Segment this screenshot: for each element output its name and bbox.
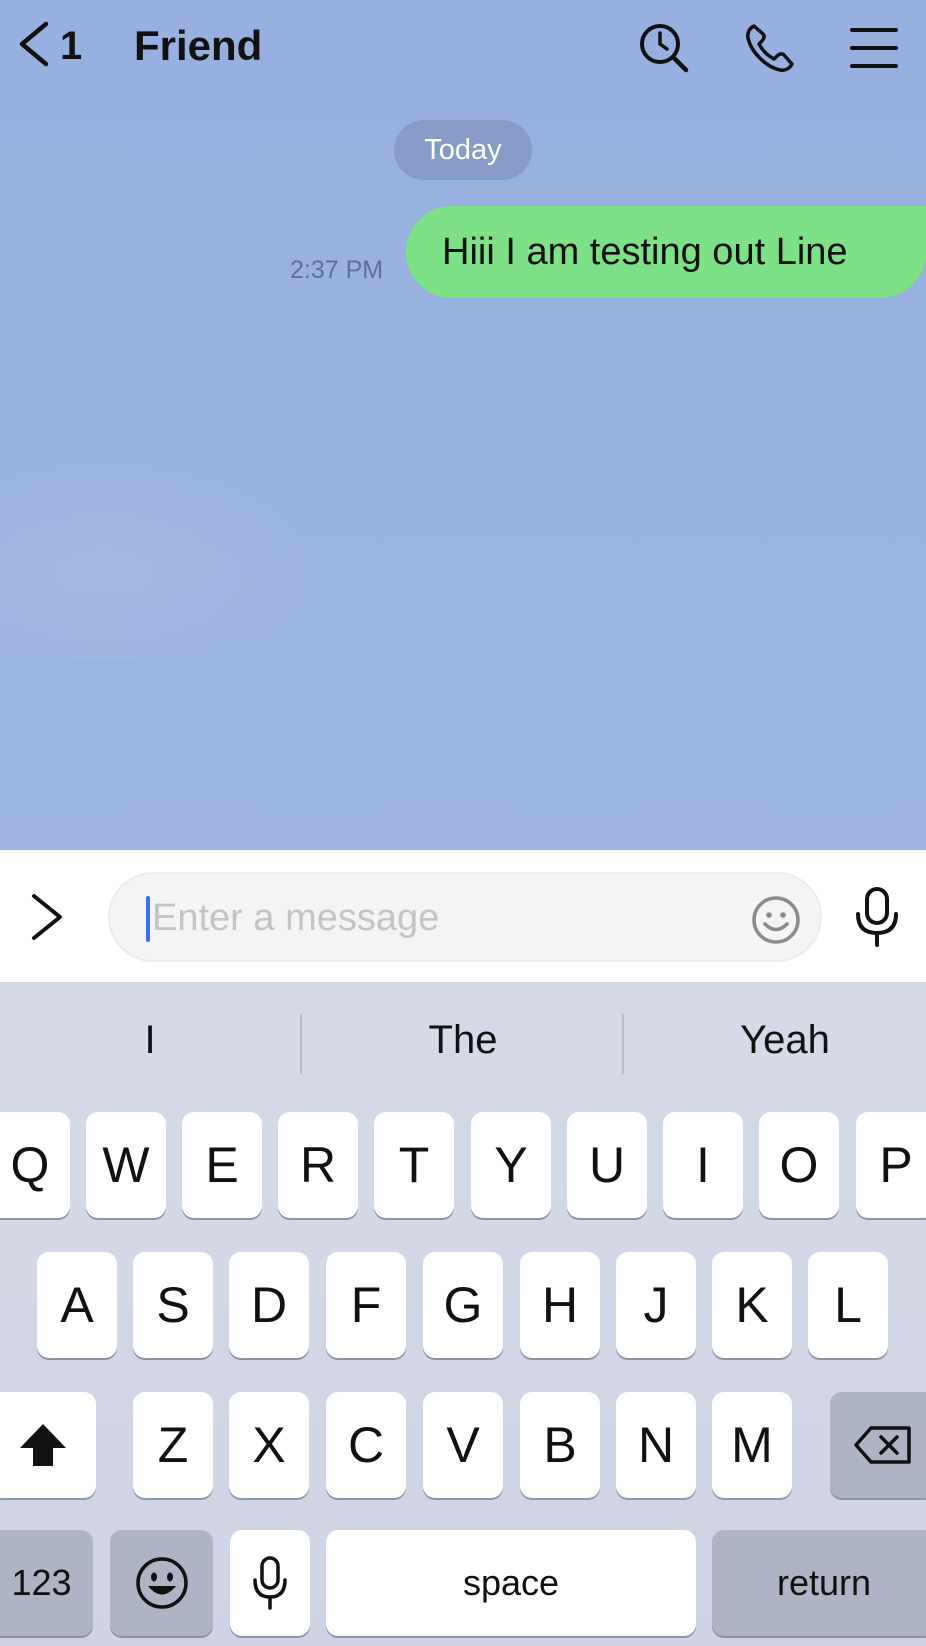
suggestion-item[interactable]: Yeah: [635, 1018, 926, 1063]
key-f[interactable]: F: [326, 1252, 406, 1358]
key-j[interactable]: J: [616, 1252, 696, 1358]
key-c[interactable]: C: [326, 1392, 406, 1498]
chat-title: Friend: [134, 22, 263, 69]
key-a[interactable]: A: [37, 1252, 117, 1358]
space-key[interactable]: space: [326, 1530, 696, 1636]
shift-key[interactable]: [0, 1392, 96, 1498]
search-icon: [640, 24, 689, 73]
key-p[interactable]: P: [856, 1112, 926, 1218]
search-button[interactable]: [636, 20, 692, 76]
key-z[interactable]: Z: [133, 1392, 213, 1498]
emoji-button[interactable]: [750, 894, 802, 946]
key-d[interactable]: D: [229, 1252, 309, 1358]
suggestion-item[interactable]: I: [0, 1018, 300, 1063]
microphone-icon: [253, 1556, 287, 1610]
call-button[interactable]: [742, 20, 798, 76]
bubble-tail: [910, 207, 926, 224]
key-r[interactable]: R: [278, 1112, 358, 1218]
key-y[interactable]: Y: [471, 1112, 551, 1218]
menu-button[interactable]: [846, 20, 902, 76]
key-m[interactable]: M: [712, 1392, 792, 1498]
key-u[interactable]: U: [567, 1112, 647, 1218]
shift-arrow-icon: [20, 1424, 66, 1466]
date-separator: Today: [394, 120, 532, 180]
chevron-right-icon: [32, 894, 62, 940]
numbers-key[interactable]: 123: [0, 1530, 93, 1636]
backspace-icon: [854, 1426, 911, 1464]
smiley-icon: [752, 896, 800, 944]
key-i[interactable]: I: [663, 1112, 743, 1218]
back-chevron-icon: [16, 20, 50, 73]
message-timestamp: 2:37 PM: [290, 256, 384, 284]
message-input[interactable]: Enter a message: [108, 872, 822, 962]
key-t[interactable]: T: [374, 1112, 454, 1218]
text-caret: [146, 896, 150, 942]
phone-icon: [746, 24, 794, 72]
expand-button[interactable]: [26, 890, 66, 944]
key-v[interactable]: V: [423, 1392, 503, 1498]
key-x[interactable]: X: [229, 1392, 309, 1498]
key-w[interactable]: W: [86, 1112, 166, 1218]
back-button[interactable]: 1: [16, 20, 82, 72]
key-b[interactable]: B: [520, 1392, 600, 1498]
key-n[interactable]: N: [616, 1392, 696, 1498]
suggestion-divider: [622, 1014, 624, 1074]
menu-icon: [850, 28, 898, 68]
key-o[interactable]: O: [759, 1112, 839, 1218]
voice-message-button[interactable]: [852, 886, 902, 948]
suggestion-divider: [300, 1014, 302, 1074]
key-e[interactable]: E: [182, 1112, 262, 1218]
delete-key[interactable]: [830, 1392, 926, 1498]
dictation-key[interactable]: [230, 1530, 310, 1636]
keyboard: I The Yeah Q W E R T Y U I O P A S D F G…: [0, 982, 926, 1646]
message-input-bar: Enter a message: [0, 850, 926, 982]
message-text: Hiii I am testing out Line: [442, 230, 848, 273]
message-placeholder: Enter a message: [152, 897, 440, 939]
key-s[interactable]: S: [133, 1252, 213, 1358]
key-k[interactable]: K: [712, 1252, 792, 1358]
chat-area: 1 Friend Today 2:37 PM Hiii I am testing…: [0, 0, 926, 850]
key-l[interactable]: L: [808, 1252, 888, 1358]
microphone-icon: [856, 887, 898, 947]
key-g[interactable]: G: [423, 1252, 503, 1358]
background-cloud: [0, 460, 320, 660]
return-key[interactable]: return: [712, 1530, 926, 1636]
unread-count: 1: [60, 23, 83, 68]
key-h[interactable]: H: [520, 1252, 600, 1358]
key-q[interactable]: Q: [0, 1112, 70, 1218]
chat-header: 1 Friend: [0, 0, 926, 92]
suggestion-item[interactable]: The: [313, 1018, 613, 1063]
suggestion-bar: I The Yeah: [0, 982, 926, 1106]
emoji-key[interactable]: [110, 1530, 213, 1636]
message-bubble[interactable]: Hiii I am testing out Line: [406, 206, 926, 298]
emoji-face-icon: [135, 1557, 188, 1609]
